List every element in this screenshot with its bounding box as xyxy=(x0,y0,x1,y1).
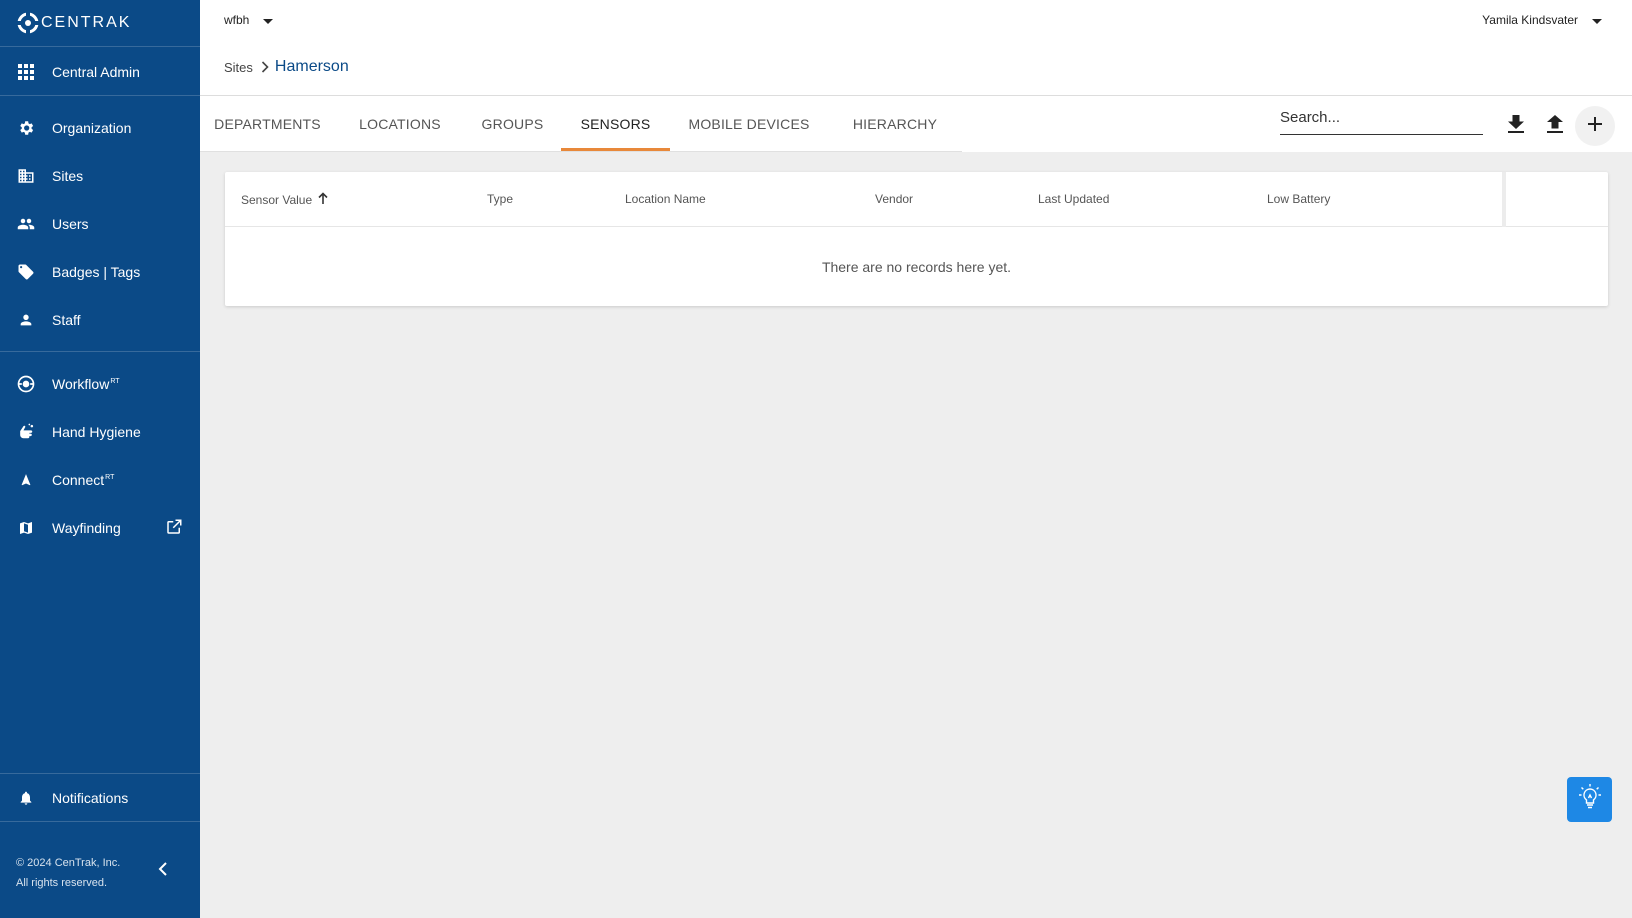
search-input[interactable] xyxy=(1280,107,1483,126)
sidebar-item-wayfinding[interactable]: Wayfinding xyxy=(0,505,200,551)
breadcrumb-root-link[interactable]: Sites xyxy=(224,60,253,75)
upload-button[interactable] xyxy=(1535,106,1575,146)
collapse-sidebar-button[interactable] xyxy=(152,860,174,882)
sidebar-item-sites[interactable]: Sites xyxy=(0,153,200,199)
sidebar-divider xyxy=(0,351,200,352)
sidebar-item-workflow[interactable]: WorkflowRT xyxy=(0,361,200,407)
sidebar-item-central-admin[interactable]: Central Admin xyxy=(0,49,200,95)
download-icon xyxy=(1508,114,1524,138)
copyright: © 2024 CenTrak, Inc. All rights reserved… xyxy=(16,853,120,893)
building-icon xyxy=(16,166,36,186)
sidebar: CENTRAK Central Admin Organization Sites… xyxy=(0,0,200,918)
table-header: Sensor Value Type Location Name Vendor L… xyxy=(225,172,1608,227)
people-icon xyxy=(16,214,36,234)
topbar: wfbh Yamila Kindsvater Sites Hamerson xyxy=(200,0,1632,96)
sidebar-item-label: ConnectRT xyxy=(52,472,115,488)
chevron-left-icon xyxy=(158,861,168,881)
tag-icon xyxy=(16,262,36,282)
sidebar-item-label: Staff xyxy=(52,312,81,328)
column-header-last-updated[interactable]: Last Updated xyxy=(1038,192,1109,206)
column-header-label: Sensor Value xyxy=(241,192,313,207)
sidebar-item-organization[interactable]: Organization xyxy=(0,105,200,151)
sidebar-item-label: WorkflowRT xyxy=(52,376,120,392)
tab-sensors[interactable]: SENSORS xyxy=(561,96,670,151)
sidebar-divider xyxy=(0,821,200,822)
navigation-arrow-icon xyxy=(16,470,36,490)
sidebar-item-label: Notifications xyxy=(52,790,129,806)
sidebar-divider xyxy=(0,773,200,774)
apps-grid-icon xyxy=(16,62,36,82)
sidebar-item-label: Badges | Tags xyxy=(52,264,141,280)
tabs-underline xyxy=(200,151,962,152)
gear-icon xyxy=(16,118,36,138)
upload-icon xyxy=(1547,114,1563,138)
tabs-bar: DEPARTMENTS LOCATIONS GROUPS SENSORS MOB… xyxy=(200,96,1632,152)
sidebar-item-hand-hygiene[interactable]: Hand Hygiene xyxy=(0,409,200,455)
sidebar-item-users[interactable]: Users xyxy=(0,201,200,247)
sidebar-item-label: Central Admin xyxy=(52,64,140,80)
tab-mobile-devices[interactable]: MOBILE DEVICES xyxy=(670,96,828,151)
sidebar-item-label: Organization xyxy=(52,120,132,136)
user-name: Yamila Kindsvater xyxy=(1482,13,1578,27)
sidebar-item-label: Users xyxy=(52,216,89,232)
breadcrumb: Sites Hamerson xyxy=(224,58,349,76)
copyright-line: © 2024 CenTrak, Inc. xyxy=(16,857,121,869)
column-header-location-name[interactable]: Location Name xyxy=(625,192,706,206)
help-tips-button[interactable] xyxy=(1567,777,1612,822)
user-menu[interactable]: Yamila Kindsvater xyxy=(1482,13,1602,27)
hand-wash-icon xyxy=(16,422,36,442)
sensors-table: Sensor Value Type Location Name Vendor L… xyxy=(225,172,1608,306)
column-header-low-battery[interactable]: Low Battery xyxy=(1267,192,1330,206)
caret-down-icon xyxy=(263,13,274,27)
column-resize-handle[interactable] xyxy=(1502,172,1506,227)
tenant-name: wfbh xyxy=(224,13,250,27)
copyright-line: All rights reserved. xyxy=(16,877,108,889)
brand-name: CENTRAK xyxy=(41,14,132,31)
brand-logo[interactable]: CENTRAK xyxy=(0,0,200,47)
sort-ascending-icon xyxy=(318,192,328,207)
column-header-vendor[interactable]: Vendor xyxy=(875,192,913,206)
plus-icon xyxy=(1587,116,1603,137)
sidebar-item-notifications[interactable]: Notifications xyxy=(0,775,200,821)
column-header-type[interactable]: Type xyxy=(487,192,513,206)
column-header-sensor-value[interactable]: Sensor Value xyxy=(241,192,328,207)
search-field[interactable] xyxy=(1280,107,1483,135)
centrak-logo-icon xyxy=(17,12,39,34)
tab-groups[interactable]: GROUPS xyxy=(465,96,560,151)
map-icon xyxy=(16,518,36,538)
tab-hierarchy[interactable]: HIERARCHY xyxy=(828,96,962,151)
person-icon xyxy=(16,310,36,330)
download-button[interactable] xyxy=(1496,106,1536,146)
sidebar-item-staff[interactable]: Staff xyxy=(0,297,200,343)
breadcrumb-current: Hamerson xyxy=(274,58,349,75)
tab-departments[interactable]: DEPARTMENTS xyxy=(200,96,335,151)
sidebar-item-badges-tags[interactable]: Badges | Tags xyxy=(0,249,200,295)
add-sensor-button[interactable] xyxy=(1575,106,1615,146)
sidebar-item-label: Hand Hygiene xyxy=(52,424,141,440)
sidebar-item-label: Sites xyxy=(52,168,84,184)
caret-down-icon xyxy=(1592,13,1602,27)
sidebar-item-connect[interactable]: ConnectRT xyxy=(0,457,200,503)
workflow-icon xyxy=(16,374,36,394)
empty-state-message: There are no records here yet. xyxy=(821,259,1012,275)
sidebar-item-label: Wayfinding xyxy=(52,520,121,536)
tab-locations[interactable]: LOCATIONS xyxy=(335,96,465,151)
bell-icon xyxy=(16,788,36,808)
open-in-new-icon[interactable] xyxy=(165,518,183,541)
tenant-selector[interactable]: wfbh xyxy=(224,13,274,27)
sidebar-divider xyxy=(0,95,200,96)
lightbulb-icon xyxy=(1578,783,1602,816)
chevron-right-icon xyxy=(261,61,269,73)
